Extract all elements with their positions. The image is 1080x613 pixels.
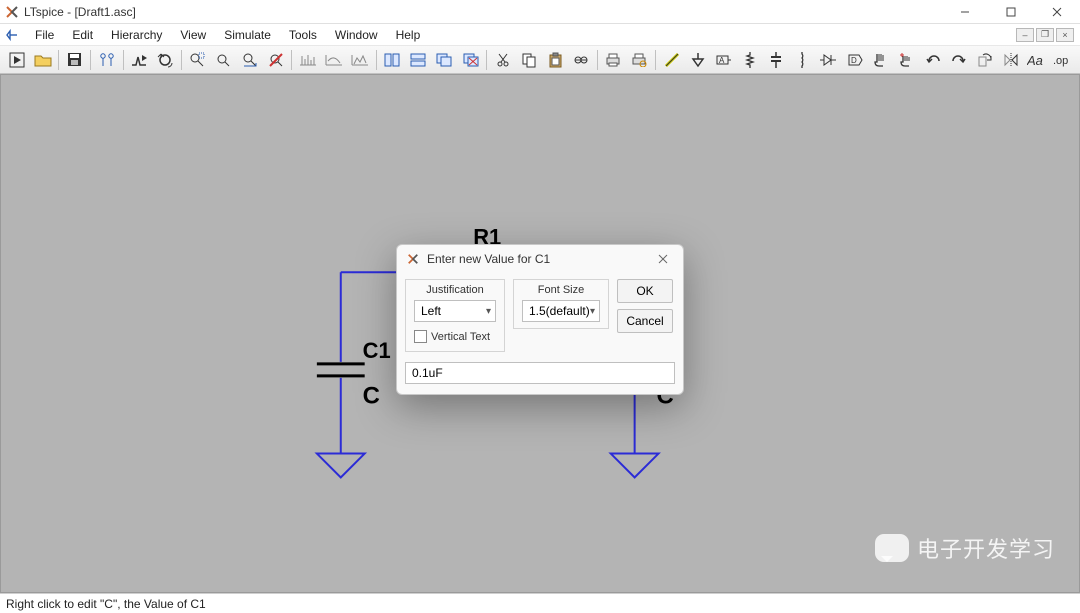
justification-group: Justification Left ▾ Vertical Text <box>405 279 505 352</box>
app-icon <box>405 251 421 267</box>
justification-label: Justification <box>414 284 496 296</box>
text-icon[interactable]: Aa <box>1025 49 1050 71</box>
mdi-restore-button[interactable]: ❐ <box>1036 28 1054 42</box>
rotate-icon[interactable] <box>973 49 998 71</box>
app-icon <box>4 4 20 20</box>
c1-value-label: C <box>363 383 380 410</box>
fontsize-value: 1.5(default) <box>529 304 590 318</box>
dialog-titlebar[interactable]: Enter new Value for C1 <box>397 245 683 273</box>
zoom-extents-icon[interactable] <box>237 49 262 71</box>
control-panel-icon[interactable] <box>94 49 119 71</box>
save-icon[interactable] <box>62 49 87 71</box>
dialog-title: Enter new Value for C1 <box>427 252 550 266</box>
window-title: LTspice - [Draft1.asc] <box>24 5 136 19</box>
status-text: Right click to edit "C", the Value of C1 <box>6 597 206 611</box>
svg-text:Aa: Aa <box>1027 53 1043 67</box>
wire-icon[interactable] <box>659 49 684 71</box>
justification-value: Left <box>421 304 441 318</box>
window-buttons <box>942 0 1080 24</box>
close-button[interactable] <box>1034 0 1080 24</box>
watermark-text: 电子开发学习 <box>917 532 1055 564</box>
redo-icon[interactable] <box>947 49 972 71</box>
fontsize-label: Font Size <box>522 284 600 296</box>
close-all-icon[interactable] <box>458 49 483 71</box>
copy-icon[interactable] <box>516 49 541 71</box>
menu-view[interactable]: View <box>171 26 215 44</box>
title-bar: LTspice - [Draft1.asc] <box>0 0 1080 24</box>
minimize-button[interactable] <box>942 0 988 24</box>
drag-icon[interactable] <box>894 49 919 71</box>
maximize-button[interactable] <box>988 0 1034 24</box>
chevron-down-icon: ▾ <box>486 306 491 317</box>
tile-horz-icon[interactable] <box>406 49 431 71</box>
mdi-close-button[interactable]: × <box>1056 28 1074 42</box>
autorange-xy-icon[interactable] <box>348 49 373 71</box>
print-setup-icon[interactable] <box>627 49 652 71</box>
vertical-text-label: Vertical Text <box>431 331 490 343</box>
undo-icon[interactable] <box>920 49 945 71</box>
menu-help[interactable]: Help <box>387 26 430 44</box>
edit-value-dialog: Enter new Value for C1 Justification Lef… <box>396 244 684 395</box>
zoom-disable-icon[interactable] <box>263 49 288 71</box>
mirror-icon[interactable] <box>999 49 1024 71</box>
cancel-button[interactable]: Cancel <box>617 309 673 333</box>
menu-hierarchy[interactable]: Hierarchy <box>102 26 171 44</box>
zoom-area-icon[interactable] <box>185 49 210 71</box>
doc-icon <box>4 27 20 43</box>
ok-button[interactable]: OK <box>617 279 673 303</box>
wechat-icon <box>875 534 909 562</box>
cascade-icon[interactable] <box>432 49 457 71</box>
paste-icon[interactable] <box>542 49 567 71</box>
component-icon[interactable]: D <box>842 49 867 71</box>
resistor-icon[interactable] <box>737 49 762 71</box>
move-icon[interactable] <box>868 49 893 71</box>
c1-label: C1 <box>363 338 391 363</box>
dialog-close-button[interactable] <box>651 249 675 269</box>
mdi-minimize-button[interactable]: – <box>1016 28 1034 42</box>
zoom-back-icon[interactable] <box>211 49 236 71</box>
status-bar: Right click to edit "C", the Value of C1 <box>0 593 1080 613</box>
chevron-down-icon: ▾ <box>590 306 595 317</box>
cut-icon[interactable] <box>490 49 515 71</box>
inductor-icon[interactable] <box>790 49 815 71</box>
print-icon[interactable] <box>601 49 626 71</box>
justification-combo[interactable]: Left ▾ <box>414 300 496 322</box>
menu-file[interactable]: File <box>26 26 63 44</box>
watermark: 电子开发学习 <box>875 532 1055 564</box>
fontsize-group: Font Size 1.5(default) ▾ <box>513 279 609 329</box>
mdi-buttons: – ❐ × <box>1016 28 1080 42</box>
menu-bar: File Edit Hierarchy View Simulate Tools … <box>0 24 1080 46</box>
halt-icon[interactable] <box>153 49 178 71</box>
ground-icon[interactable] <box>685 49 710 71</box>
open-icon[interactable] <box>30 49 55 71</box>
svg-text:A: A <box>719 56 725 65</box>
svg-text:.op: .op <box>1053 55 1068 67</box>
toolbar: A D Aa .op <box>0 46 1080 74</box>
spice-directive-icon[interactable]: .op <box>1051 49 1076 71</box>
menu-simulate[interactable]: Simulate <box>215 26 280 44</box>
checkbox-box <box>414 330 427 343</box>
label-icon[interactable]: A <box>711 49 736 71</box>
svg-text:D: D <box>851 56 857 65</box>
autorange-y-icon[interactable] <box>321 49 346 71</box>
vertical-text-checkbox[interactable]: Vertical Text <box>414 330 496 343</box>
tile-vert-icon[interactable] <box>380 49 405 71</box>
menu-edit[interactable]: Edit <box>63 26 102 44</box>
value-input[interactable] <box>405 362 675 384</box>
fontsize-combo[interactable]: 1.5(default) ▾ <box>522 300 600 322</box>
capacitor-icon[interactable] <box>764 49 789 71</box>
menu-tools[interactable]: Tools <box>280 26 326 44</box>
run-icon[interactable] <box>4 49 29 71</box>
autorange-x-icon[interactable] <box>295 49 320 71</box>
find-icon[interactable] <box>569 49 594 71</box>
run-sim-icon[interactable] <box>126 49 151 71</box>
menu-window[interactable]: Window <box>326 26 387 44</box>
diode-icon[interactable] <box>816 49 841 71</box>
